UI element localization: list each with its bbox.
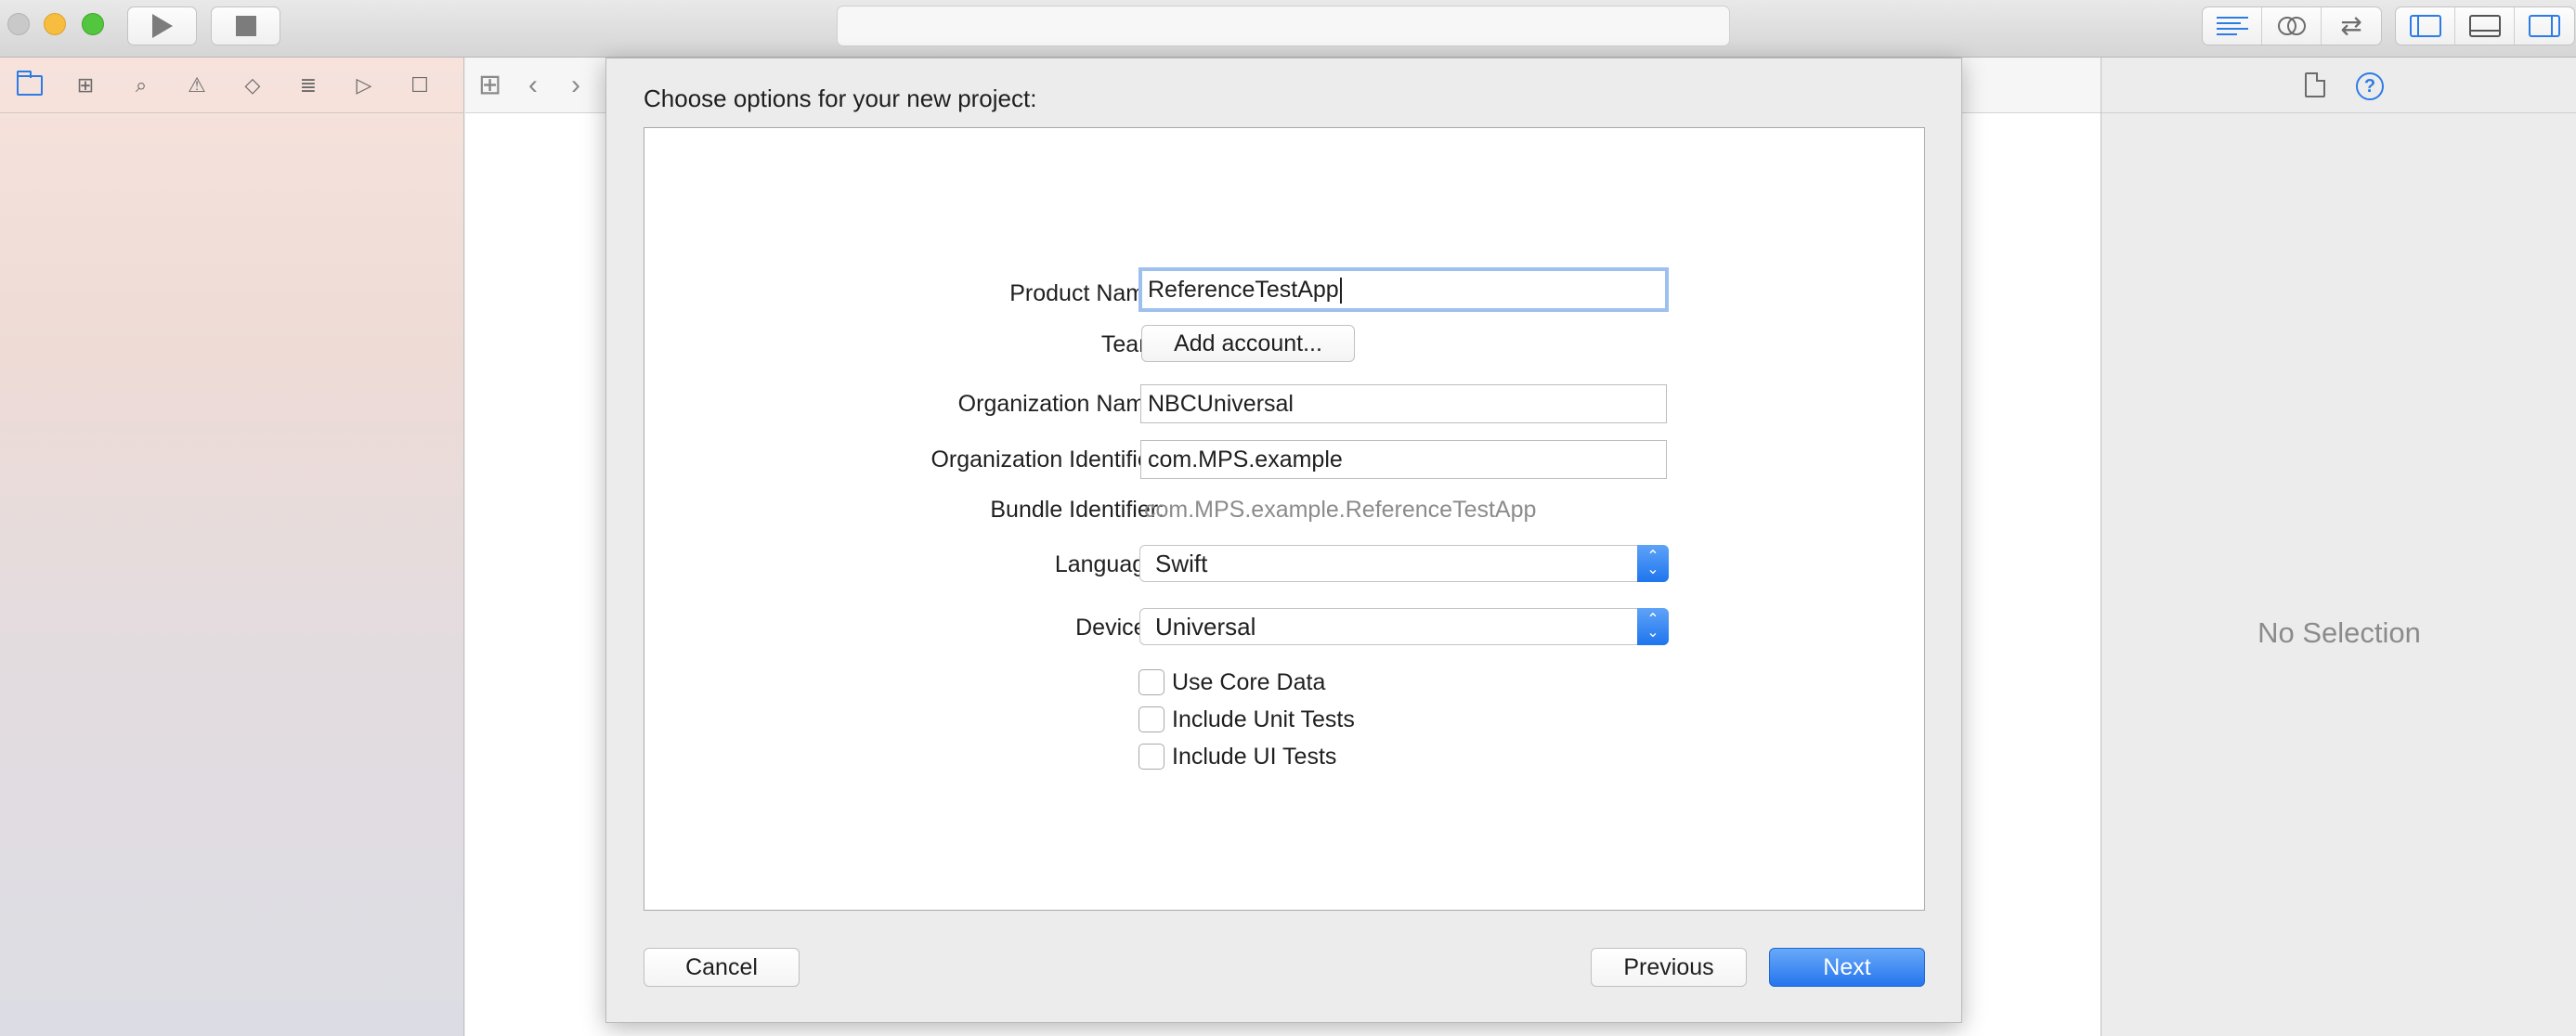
chevron-up-down-icon: ⌃ ⌄ (1637, 608, 1669, 645)
assistant-editor-button[interactable] (2262, 7, 2322, 45)
cancel-button[interactable]: Cancel (644, 948, 800, 987)
report-navigator-icon[interactable]: ☐ (405, 71, 435, 100)
debug-area-toggle-button[interactable] (2455, 7, 2515, 45)
include-ui-tests-checkbox[interactable] (1138, 744, 1164, 770)
language-popup[interactable]: Swift ⌃ ⌄ (1139, 545, 1669, 582)
use-core-data-option[interactable]: Use Core Data (1138, 668, 1325, 696)
devices-label: Devices: (1075, 615, 1164, 641)
include-unit-tests-label: Include Unit Tests (1172, 706, 1355, 732)
forward-arrow-icon[interactable]: › (571, 71, 580, 99)
next-button[interactable]: Next (1769, 948, 1925, 987)
product-name-label: Product Name: (1009, 280, 1164, 306)
organization-identifier-label: Organization Identifier: (930, 447, 1164, 473)
related-items-icon[interactable]: ⊞ (478, 71, 501, 99)
file-inspector-icon[interactable] (2305, 72, 2325, 97)
organization-name-label: Organization Name: (957, 391, 1164, 417)
quick-help-icon[interactable]: ? (2356, 72, 2384, 100)
minimize-window-button[interactable] (44, 13, 66, 35)
version-editor-icon: ⇄ (2340, 11, 2362, 40)
close-window-button[interactable] (7, 13, 30, 35)
find-navigator-icon[interactable]: ⌕ (126, 71, 156, 100)
zoom-window-button[interactable] (82, 13, 104, 35)
organization-name-field[interactable]: NBCUniversal (1140, 384, 1667, 423)
utilities-toggle-button[interactable] (2515, 7, 2574, 45)
product-name-field[interactable]: ReferenceTestApp (1138, 267, 1669, 312)
language-selected-value: Swift (1155, 550, 1208, 577)
devices-popup[interactable]: Universal ⌃ ⌄ (1139, 608, 1669, 645)
navigator-selector-bar: ⊞ ⌕ ⚠ ◇ ≣ ▷ ☐ (0, 58, 464, 113)
navigator-toggle-icon (2409, 15, 2441, 37)
include-unit-tests-option[interactable]: Include Unit Tests (1138, 706, 1355, 733)
version-editor-button[interactable]: ⇄ (2322, 7, 2381, 45)
activity-viewer (837, 6, 1730, 46)
view-panels-control (2395, 6, 2575, 45)
standard-editor-icon (2216, 17, 2248, 35)
include-unit-tests-checkbox[interactable] (1138, 706, 1164, 732)
stop-icon (235, 16, 256, 36)
include-ui-tests-label: Include UI Tests (1172, 743, 1337, 770)
breakpoint-navigator-icon[interactable]: ▷ (349, 71, 379, 100)
navigator-pane: ⊞ ⌕ ⚠ ◇ ≣ ▷ ☐ (0, 58, 464, 1036)
run-button[interactable] (127, 6, 197, 45)
chevron-up-down-icon: ⌃ ⌄ (1637, 545, 1669, 582)
add-account-button[interactable]: Add account... (1141, 325, 1355, 362)
debug-navigator-icon[interactable]: ≣ (293, 71, 323, 100)
no-selection-text: No Selection (2257, 616, 2421, 649)
options-panel: Product Name: ReferenceTestApp Team: Add… (644, 127, 1925, 911)
back-arrow-icon[interactable]: ‹ (528, 71, 538, 99)
play-icon (151, 14, 173, 38)
navigator-toggle-button[interactable] (2396, 7, 2455, 45)
window-toolbar: ⇄ (0, 0, 2576, 58)
issue-navigator-icon[interactable]: ⚠ (182, 71, 212, 100)
project-navigator-icon[interactable] (15, 71, 45, 100)
organization-identifier-field[interactable]: com.MPS.example (1140, 440, 1667, 479)
inspector-selector-bar: ? (2101, 58, 2576, 113)
debug-area-toggle-icon (2468, 15, 2501, 37)
bundle-identifier-label: Bundle Identifier: (990, 497, 1164, 523)
utilities-pane: ? No Selection (2101, 58, 2576, 1036)
new-project-options-sheet: Choose options for your new project: Pro… (605, 58, 1962, 1023)
sheet-title: Choose options for your new project: (644, 84, 1037, 112)
utilities-toggle-icon (2529, 15, 2560, 37)
standard-editor-button[interactable] (2203, 7, 2262, 45)
team-label: Team: (1100, 331, 1164, 357)
use-core-data-checkbox[interactable] (1138, 669, 1164, 695)
assistant-editor-icon (2276, 15, 2308, 37)
include-ui-tests-option[interactable]: Include UI Tests (1138, 743, 1336, 771)
language-label: Language: (1054, 551, 1164, 577)
editor-mode-control: ⇄ (2202, 6, 2382, 45)
stop-button[interactable] (211, 6, 280, 45)
devices-selected-value: Universal (1155, 613, 1256, 641)
previous-button[interactable]: Previous (1591, 948, 1747, 987)
use-core-data-label: Use Core Data (1172, 668, 1326, 695)
bundle-identifier-value: com.MPS.example.ReferenceTestApp (1144, 497, 1537, 523)
symbol-navigator-icon[interactable]: ⊞ (71, 71, 100, 100)
test-navigator-icon[interactable]: ◇ (238, 71, 267, 100)
